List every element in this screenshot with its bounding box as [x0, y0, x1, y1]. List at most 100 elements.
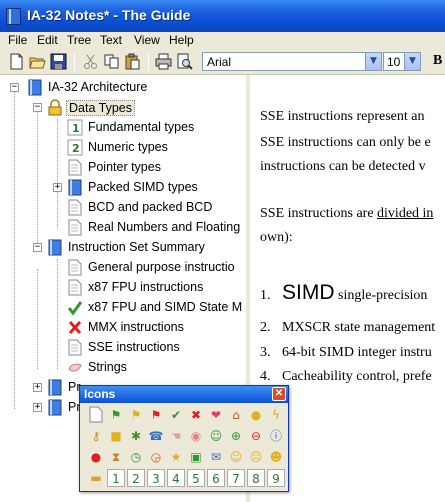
- toolbar-separator: [148, 53, 149, 71]
- font-size-value: 10: [387, 55, 401, 69]
- window-title: IA-32 Notes* - The Guide: [27, 7, 191, 23]
- cut-icon[interactable]: [82, 53, 99, 70]
- neutral-face-icon[interactable]: ☻: [267, 448, 285, 466]
- phone-icon[interactable]: ☎: [147, 427, 165, 445]
- check-icon: [67, 301, 83, 316]
- tree-line: [14, 89, 15, 409]
- svg-text:1: 1: [72, 122, 80, 135]
- heart-icon[interactable]: ❤: [207, 406, 225, 424]
- menu-tree[interactable]: Tree: [67, 33, 91, 47]
- cross-icon: [68, 320, 82, 335]
- font-size-select[interactable]: 10 ▼: [383, 52, 421, 71]
- paste-icon[interactable]: [124, 53, 141, 70]
- plus-icon[interactable]: ⊕: [227, 427, 245, 445]
- tree-node-label: Strings: [88, 360, 127, 374]
- tree-node-label: x87 FPU and SIMD State M: [88, 300, 243, 314]
- info-icon[interactable]: ⓘ: [267, 427, 285, 445]
- app-book-icon: [6, 8, 21, 25]
- page-icon[interactable]: [87, 406, 105, 424]
- editor-line: SSE instructions are divided in: [260, 206, 433, 222]
- list-text: MXSCR state management: [282, 320, 436, 335]
- menu-view[interactable]: View: [134, 33, 160, 47]
- smiley-icon[interactable]: ☺: [207, 427, 225, 445]
- icons-palette[interactable]: Icons ✕ ⚑ ⚑ ⚑ ✔ ✖ ❤ ⌂ ● ϟ ⚷ ■ ✱ ☎ ☚ ◉ ☺ …: [79, 385, 289, 492]
- warning-icon[interactable]: ●: [87, 448, 105, 466]
- minus-icon[interactable]: ⊖: [247, 427, 265, 445]
- collapse-icon[interactable]: −: [33, 103, 42, 112]
- bulb-icon[interactable]: ●: [247, 406, 265, 424]
- close-icon[interactable]: ✕: [272, 387, 286, 401]
- speech-bubble-icon[interactable]: ◉: [187, 427, 205, 445]
- alarm-icon[interactable]: ◶: [147, 448, 165, 466]
- list-item: 3. 64-bit SIMD integer instru: [260, 345, 432, 361]
- save-icon[interactable]: [50, 53, 67, 70]
- number-7-icon[interactable]: 7: [227, 469, 245, 487]
- number-9-icon[interactable]: 9: [267, 469, 285, 487]
- bug-icon[interactable]: ✱: [127, 427, 145, 445]
- collapse-icon[interactable]: −: [10, 83, 19, 92]
- number-3-icon[interactable]: 3: [147, 469, 165, 487]
- print-preview-icon[interactable]: [176, 53, 193, 70]
- red-flag-icon[interactable]: ⚑: [147, 406, 165, 424]
- collapse-icon[interactable]: −: [33, 243, 42, 252]
- number-4-icon[interactable]: 4: [167, 469, 185, 487]
- chevron-down-icon[interactable]: ▼: [365, 53, 381, 70]
- number-8-icon[interactable]: 8: [247, 469, 265, 487]
- clock-icon[interactable]: ◷: [127, 448, 145, 466]
- happy-face-icon[interactable]: ☺: [227, 448, 245, 466]
- expand-icon[interactable]: +: [33, 403, 42, 412]
- list-number: 4.: [260, 369, 271, 384]
- list-number: 3.: [260, 345, 271, 360]
- menu-edit[interactable]: Edit: [37, 33, 58, 47]
- tree-node-label: BCD and packed BCD: [88, 200, 213, 214]
- app-window: IA-32 Notes* - The Guide File Edit Tree …: [0, 0, 445, 502]
- editor-line: own):: [260, 230, 293, 245]
- menu-help[interactable]: Help: [169, 33, 194, 47]
- check-icon[interactable]: ✔: [167, 406, 185, 424]
- number-2-icon[interactable]: 2: [127, 469, 145, 487]
- mail-icon[interactable]: ✉: [207, 448, 225, 466]
- chat-icon[interactable]: ▣: [187, 448, 205, 466]
- editor-text: SSE instructions are: [260, 206, 378, 221]
- tree-line: [57, 119, 58, 229]
- font-name-select[interactable]: Arial ▼: [202, 52, 382, 71]
- lightning-icon[interactable]: ϟ: [267, 406, 285, 424]
- expand-icon[interactable]: +: [33, 383, 42, 392]
- hourglass-icon[interactable]: ⧗: [107, 448, 125, 466]
- list-item: 4. Cacheability control, prefe: [260, 369, 432, 385]
- yellow-flag-icon[interactable]: ⚑: [127, 406, 145, 424]
- list-number: 1.: [260, 288, 271, 303]
- folder-icon[interactable]: ▬: [87, 469, 105, 487]
- lock-icon[interactable]: ■: [107, 427, 125, 445]
- number-1-icon[interactable]: 1: [107, 469, 125, 487]
- book-icon: [48, 239, 62, 256]
- green-flag-icon[interactable]: ⚑: [107, 406, 125, 424]
- tree-node-label: Data Types: [66, 100, 136, 116]
- print-icon[interactable]: [155, 53, 172, 70]
- editor-line: SSE instructions represent an: [260, 109, 425, 124]
- new-icon[interactable]: [8, 53, 25, 70]
- key-icon[interactable]: ⚷: [87, 427, 105, 445]
- number-5-icon[interactable]: 5: [187, 469, 205, 487]
- toolbar-separator: [74, 53, 75, 71]
- star-icon[interactable]: ★: [167, 448, 185, 466]
- page-icon: [68, 219, 82, 236]
- expand-icon[interactable]: +: [53, 183, 62, 192]
- chevron-down-icon[interactable]: ▼: [404, 53, 420, 70]
- palette-title-bar[interactable]: Icons ✕: [80, 386, 288, 403]
- open-icon[interactable]: [29, 53, 46, 70]
- title-bar[interactable]: IA-32 Notes* - The Guide: [0, 0, 445, 32]
- menu-file[interactable]: File: [8, 33, 27, 47]
- page-icon: [68, 199, 82, 216]
- menu-text[interactable]: Text: [100, 33, 122, 47]
- editor-line: SSE instructions can only be e: [260, 135, 431, 150]
- number-6-icon[interactable]: 6: [207, 469, 225, 487]
- copy-icon[interactable]: [103, 53, 120, 70]
- underlined-text: divided in: [377, 206, 434, 221]
- hand-icon[interactable]: ☚: [167, 427, 185, 445]
- page-icon: [68, 159, 82, 176]
- cross-icon[interactable]: ✖: [187, 406, 205, 424]
- house-icon[interactable]: ⌂: [227, 406, 245, 424]
- sad-face-icon[interactable]: ☹: [247, 448, 265, 466]
- bold-button[interactable]: B: [433, 53, 442, 69]
